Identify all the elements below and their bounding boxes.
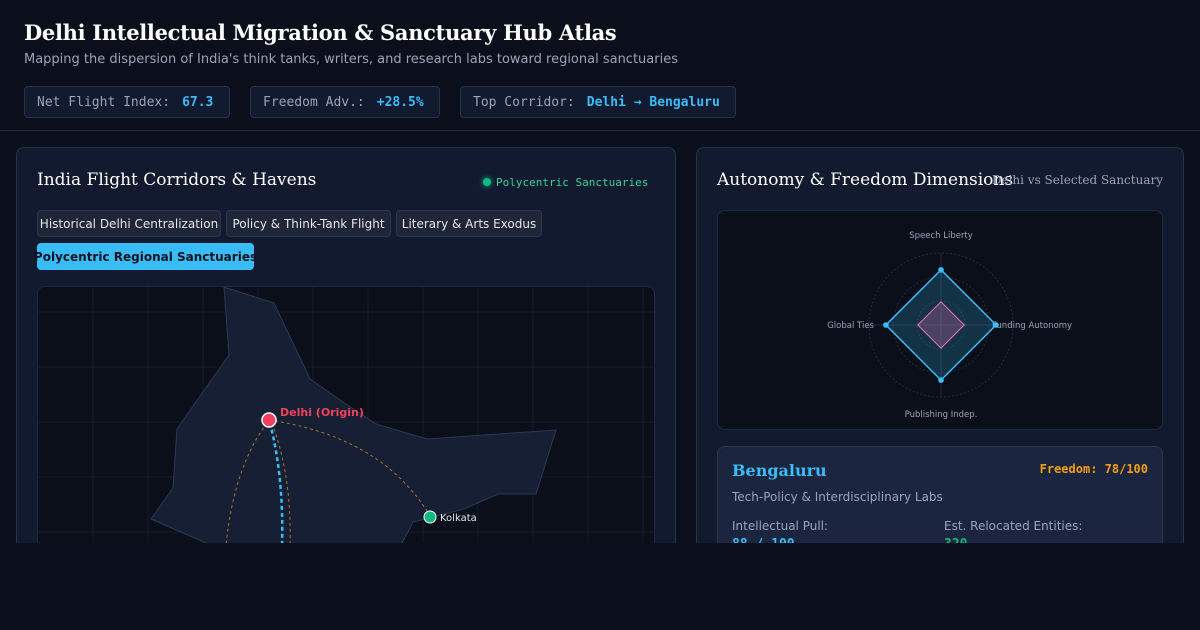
stat-value: Delhi → Bengaluru [586, 94, 720, 110]
radar-chart: Speech Liberty Funding Autonomy Publishi… [717, 210, 1163, 430]
radar-point [883, 322, 889, 328]
page-subtitle: Mapping the dispersion of India's think … [24, 52, 678, 67]
tab-policy-think-tank-flight[interactable]: Policy & Think-Tank Flight [226, 210, 391, 237]
radar-point [938, 377, 944, 383]
status-dot-icon [483, 178, 491, 186]
mode-badge-label: Polycentric Sanctuaries [496, 175, 649, 189]
radar-axis-label: Speech Liberty [909, 231, 973, 241]
stat-label: Net Flight Index: [37, 94, 171, 110]
hub-marker-kolkata[interactable] [423, 510, 437, 524]
entities-label: Est. Relocated Entities: [944, 519, 1083, 533]
viewport-cutoff [0, 543, 1200, 630]
hub-type: Tech-Policy & Interdisciplinary Labs [732, 490, 943, 504]
origin-label: Delhi (Origin) [280, 406, 364, 419]
page-title: Delhi Intellectual Migration & Sanctuary… [24, 20, 617, 45]
stat-net-flight-index: Net Flight Index: 67.3 [24, 86, 230, 118]
radar-axis-label: Funding Autonomy [992, 321, 1072, 331]
radar-axis-label: Publishing Indep. [905, 410, 978, 420]
radar-point [938, 267, 944, 273]
stat-value: 67.3 [182, 94, 214, 110]
hub-label-kolkata: Kolkata [440, 513, 477, 524]
mode-badge: Polycentric Sanctuaries [483, 174, 648, 190]
pull-label: Intellectual Pull: [732, 519, 829, 533]
tab-literary-arts-exodus[interactable]: Literary & Arts Exodus [396, 210, 542, 237]
tab-historical-delhi-centralization[interactable]: Historical Delhi Centralization [37, 210, 221, 237]
stat-label: Freedom Adv.: [263, 94, 365, 110]
stat-value: +28.5% [376, 94, 424, 110]
stat-top-corridor: Top Corridor: Delhi → Bengaluru [460, 86, 736, 118]
radar-panel-subtitle: Delhi vs Selected Sanctuary [991, 173, 1163, 187]
stat-freedom-advantage: Freedom Adv.: +28.5% [250, 86, 440, 118]
map-panel-title: India Flight Corridors & Havens [37, 170, 317, 190]
radar-panel-title: Autonomy & Freedom Dimensions [717, 170, 1014, 190]
page-header: Delhi Intellectual Migration & Sanctuary… [0, 0, 1200, 131]
radar-point [993, 322, 999, 328]
radar-canvas: Speech Liberty Funding Autonomy Publishi… [827, 231, 1072, 420]
hub-freedom-score: Freedom: 78/100 [1039, 462, 1148, 476]
hub-name: Bengaluru [732, 461, 827, 480]
origin-marker-delhi[interactable] [261, 412, 277, 428]
stat-label: Top Corridor: [473, 94, 575, 110]
radar-axis-label: Global Ties [827, 321, 874, 331]
tab-polycentric-regional-sanctuaries[interactable]: Polycentric Regional Sanctuaries [34, 243, 257, 270]
